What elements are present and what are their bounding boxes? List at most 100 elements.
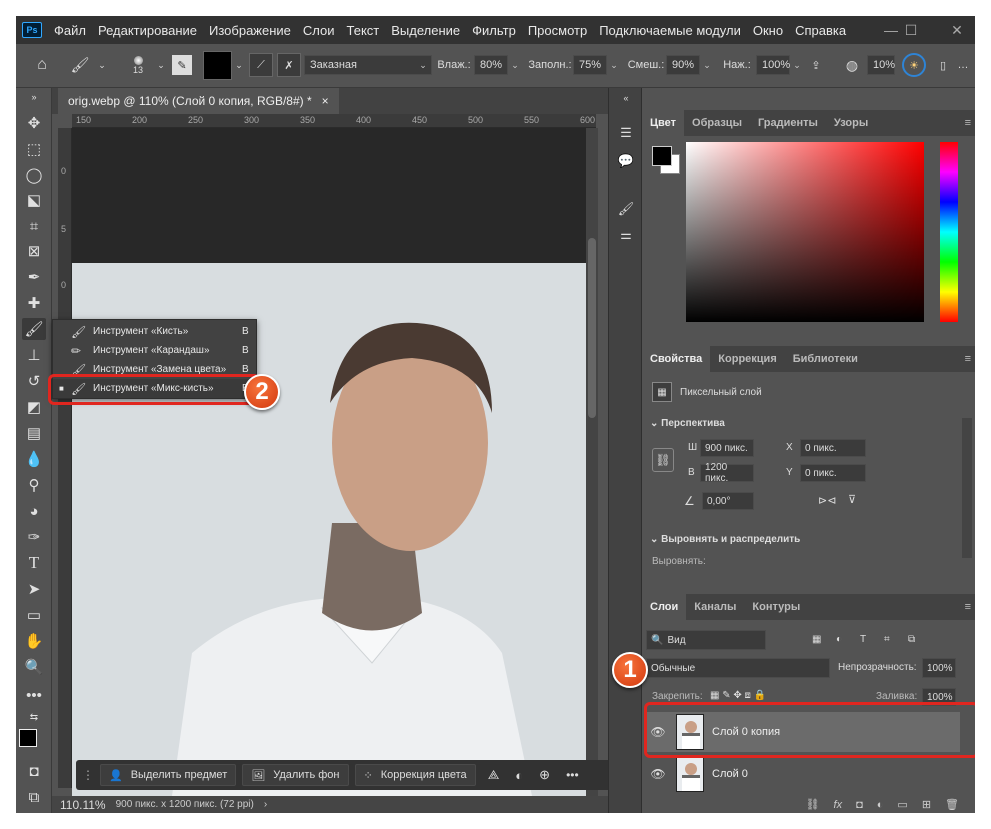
eraser-tool-icon[interactable]: ◩ xyxy=(22,396,46,418)
link-layers-icon[interactable]: ⛓ xyxy=(806,798,820,811)
blend-mode-dropdown[interactable]: Обычные xyxy=(646,658,830,678)
tab-patterns[interactable]: Узоры xyxy=(826,110,876,136)
swap-colors-icon[interactable]: ⇆ xyxy=(22,706,46,728)
object-select-tool-icon[interactable]: ⬕ xyxy=(22,189,46,211)
pen-tool-icon[interactable]: ✑ xyxy=(22,526,46,548)
menu-help[interactable]: Справка xyxy=(795,23,846,38)
mixer-brush-tool-icon[interactable]: 🖌 xyxy=(68,53,92,77)
lasso-tool-icon[interactable]: ◯ xyxy=(22,164,46,186)
more-options-icon[interactable]: … xyxy=(956,53,970,77)
select-subject-button[interactable]: 👤 Выделить предмет xyxy=(100,764,237,786)
pressure-icon[interactable]: ☀ xyxy=(902,53,926,77)
color-field[interactable] xyxy=(686,142,924,322)
menu-image[interactable]: Изображение xyxy=(209,23,291,38)
brush-preset-picker[interactable]: 13 xyxy=(124,53,152,77)
sponge-tool-icon[interactable]: ◕ xyxy=(22,500,46,522)
smoothing-field[interactable]: 10% xyxy=(867,55,895,75)
tab-layers[interactable]: Слои xyxy=(642,594,687,620)
remove-background-button[interactable]: 🖼 Удалить фон xyxy=(242,764,349,786)
history-brush-icon[interactable]: ↺ xyxy=(22,370,46,392)
flip-vertical-icon[interactable]: ⊽ xyxy=(848,493,856,506)
symmetry-icon[interactable]: ▯ xyxy=(934,53,952,77)
drag-handle-icon[interactable]: ⋮ xyxy=(82,768,94,782)
tab-swatches[interactable]: Образцы xyxy=(684,110,750,136)
type-tool-icon[interactable]: T xyxy=(22,552,46,574)
canvas-area[interactable] xyxy=(72,128,586,796)
hand-tool-icon[interactable]: ✋ xyxy=(22,630,46,652)
flip-horizontal-icon[interactable]: ⊳⊲ xyxy=(818,494,836,507)
more-actions-icon[interactable]: ••• xyxy=(566,768,579,782)
menu-file[interactable]: Файл xyxy=(54,23,86,38)
vertical-scrollbar[interactable] xyxy=(586,128,598,796)
menu-view[interactable]: Просмотр xyxy=(528,23,587,38)
history-panel-icon[interactable]: ☰ xyxy=(615,122,637,144)
opacity-field[interactable]: 100% xyxy=(922,658,956,678)
zoom-level[interactable]: 110.11% xyxy=(60,798,106,812)
filter-type-icon[interactable]: T xyxy=(860,634,866,645)
eyedropper-tool-icon[interactable]: ✒ xyxy=(22,266,46,288)
quick-mask-icon[interactable]: ◘ xyxy=(22,760,46,782)
dodge-tool-icon[interactable]: ⚲ xyxy=(22,474,46,496)
tab-libraries[interactable]: Библиотеки xyxy=(785,346,866,372)
chevron-down-icon[interactable]: ⌄ xyxy=(508,55,522,75)
wet-field[interactable]: 80% xyxy=(474,55,508,75)
preset-dropdown[interactable]: Заказная xyxy=(304,55,432,75)
new-adjustment-icon[interactable]: ◐ xyxy=(877,799,884,811)
new-group-icon[interactable]: ▭ xyxy=(897,798,907,811)
brush-settings-icon[interactable]: ✎ xyxy=(172,55,192,75)
chevron-down-icon[interactable]: ⌄ xyxy=(700,55,714,75)
panel-menu-icon[interactable]: ≡ xyxy=(965,117,971,129)
status-menu-icon[interactable]: › xyxy=(264,799,267,810)
load-brush-icon[interactable]: ⟋ xyxy=(249,53,273,77)
add-mask-icon[interactable]: ◘ xyxy=(856,799,863,811)
sample-all-icon[interactable]: ◍ xyxy=(841,53,863,77)
close-tab-icon[interactable]: × xyxy=(322,94,329,108)
new-layer-icon[interactable]: ⊞ xyxy=(922,798,931,811)
lock-pixels-icon[interactable]: ▦ ✎ ✥ ⧈ 🔒 xyxy=(710,690,766,701)
section-align-header[interactable]: ⌄ Выровнять и распределить xyxy=(650,534,800,545)
brush-tool-icon[interactable]: 🖌 xyxy=(22,318,46,340)
angle-field[interactable]: 0,00° xyxy=(702,492,754,510)
tool-option-pencil[interactable]: ✏ Инструмент «Карандаш» B xyxy=(53,341,258,360)
section-transform-header[interactable]: ⌄ Перспектива xyxy=(650,418,725,429)
mix-field[interactable]: 90% xyxy=(666,55,700,75)
rectangle-tool-icon[interactable]: ▭ xyxy=(22,604,46,626)
link-icon[interactable]: ⛓ xyxy=(652,448,674,472)
flow-field[interactable]: 100% xyxy=(756,55,790,75)
document-tab[interactable]: orig.webp @ 110% (Слой 0 копия, RGB/8#) … xyxy=(58,88,339,114)
healing-tool-icon[interactable]: ✚ xyxy=(22,292,46,314)
width-field[interactable]: 900 пикс. xyxy=(700,439,754,457)
menu-edit[interactable]: Редактирование xyxy=(98,23,197,38)
current-color-swatch[interactable] xyxy=(203,51,232,80)
path-select-icon[interactable]: ➤ xyxy=(22,578,46,600)
tab-adjustments[interactable]: Коррекция xyxy=(710,346,784,372)
x-field[interactable]: 0 пикс. xyxy=(800,439,866,457)
crop-tool-icon[interactable]: ⌗ xyxy=(22,215,46,237)
tool-option-brush[interactable]: 🖌 Инструмент «Кисть» B xyxy=(53,322,258,341)
filter-pixel-icon[interactable]: ▦ xyxy=(812,634,821,645)
chevron-down-icon[interactable]: ⌄ xyxy=(607,55,621,75)
transform-icon[interactable]: ⟁ xyxy=(488,767,500,783)
tab-color[interactable]: Цвет xyxy=(642,110,685,136)
chevron-down-icon[interactable]: ⌄ xyxy=(790,55,804,75)
menu-layers[interactable]: Слои xyxy=(303,23,335,38)
frame-tool-icon[interactable]: ⊠ xyxy=(22,240,46,262)
tab-paths[interactable]: Контуры xyxy=(744,594,808,620)
brush-settings-panel-icon[interactable]: 🖌 xyxy=(615,198,637,220)
foreground-color-swatch[interactable] xyxy=(19,729,37,747)
stamp-tool-icon[interactable]: ⊥ xyxy=(22,344,46,366)
trash-icon[interactable]: 🗑 xyxy=(945,798,959,811)
filter-smart-icon[interactable]: ⧉ xyxy=(908,634,915,645)
tab-gradients[interactable]: Градиенты xyxy=(750,110,826,136)
fx-icon[interactable]: fx xyxy=(834,799,843,811)
menu-filter[interactable]: Фильтр xyxy=(472,23,516,38)
filter-shape-icon[interactable]: ⌗ xyxy=(884,634,890,645)
marquee-tool-icon[interactable]: ⬚ xyxy=(22,138,46,160)
menu-type[interactable]: Текст xyxy=(347,23,380,38)
screen-mode-icon[interactable]: ⧉ xyxy=(22,786,46,808)
menu-select[interactable]: Выделение xyxy=(391,23,460,38)
zoom-tool-icon[interactable]: 🔍 xyxy=(22,656,46,678)
properties-scrollbar[interactable] xyxy=(962,418,972,558)
tab-channels[interactable]: Каналы xyxy=(686,594,744,620)
load-field[interactable]: 75% xyxy=(573,55,607,75)
